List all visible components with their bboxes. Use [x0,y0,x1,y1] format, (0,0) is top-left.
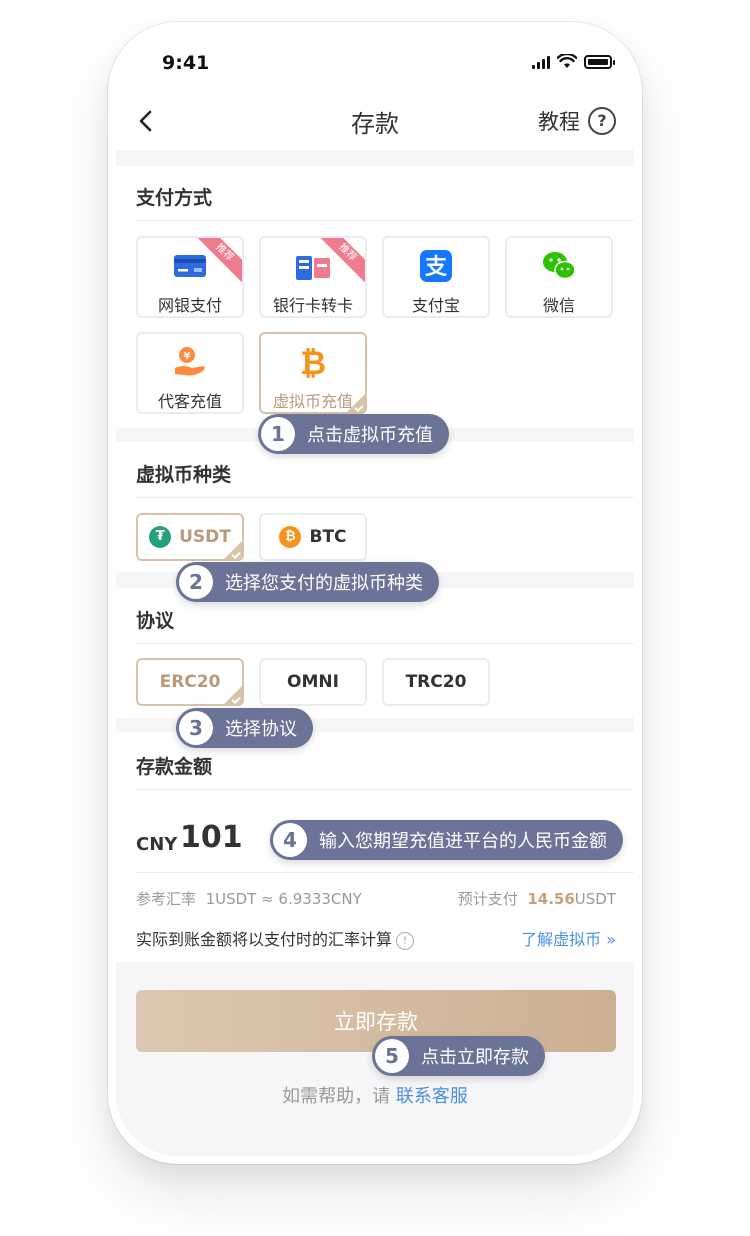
divider [136,872,634,873]
status-time: 9:41 [162,52,210,74]
callout-text: 点击立即存款 [421,1047,529,1068]
card-transfer-icon [296,256,330,280]
selected-check-icon [224,541,242,559]
note-row: 实际到账金额将以支付时的汇率计算! 了解虚拟币 » [136,926,616,950]
protocol-option-omni[interactable]: OMNI [259,658,367,706]
callout-step-1: 1 点击虚拟币充值 [258,414,449,454]
contact-support-link[interactable]: 联系客服 [396,1086,468,1107]
coin-option-usdt[interactable]: ₮ USDT [136,513,244,561]
callout-text: 选择您支付的虚拟币种类 [225,573,423,594]
estimate-value: 14.56 [527,890,575,908]
payment-method-label: 网银支付 [157,296,222,315]
estimate-unit: USDT [574,890,616,908]
tutorial-label: 教程 [538,110,580,134]
payment-method-wechat[interactable]: 微信 [505,236,613,318]
rate-note-text: 实际到账金额将以支付时的汇率计算 [136,930,393,949]
protocol-label: OMNI [287,672,339,692]
signal-icon [532,55,550,69]
callout-step-2: 2 选择您支付的虚拟币种类 [176,562,439,602]
callout-number: 5 [375,1039,409,1073]
battery-icon [584,54,615,69]
callout-step-5: 5 点击立即存款 [372,1036,545,1076]
divider [136,220,634,221]
coin-section-title: 虚拟币种类 [136,464,232,486]
protocol-label: ERC20 [159,672,221,692]
payment-method-alipay[interactable]: 支 支付宝 [382,236,490,318]
payment-method-label: 支付宝 [411,296,460,315]
rate-note: 实际到账金额将以支付时的汇率计算! [136,926,415,950]
payment-method-crypto[interactable]: ₿ 虚拟币充值 [259,332,367,414]
callout-step-3: 3 选择协议 [176,708,313,748]
protocol-option-erc20[interactable]: ERC20 [136,658,244,706]
protocol-label: TRC20 [405,672,467,692]
bank-card-icon [174,255,206,277]
protocol-option-trc20[interactable]: TRC20 [382,658,490,706]
amount-currency: CNY [136,834,178,855]
exchange-rate: 参考汇率 1USDT ≈ 6.9333CNY [136,888,362,909]
payment-method-online-banking[interactable]: 推荐 网银支付 [136,236,244,318]
callout-number: 4 [273,823,307,857]
callout-number: 3 [179,711,213,745]
callout-text: 选择协议 [225,719,297,740]
learn-crypto-link[interactable]: 了解虚拟币 » [521,926,616,950]
bitcoin-coin-icon: ₿ [279,526,302,548]
alipay-icon: 支 [420,250,452,282]
payment-method-label: 代客充值 [157,392,222,411]
callout-number: 2 [179,565,213,599]
amount-section-title: 存款金额 [136,756,213,778]
divider [136,643,634,644]
callout-text: 点击虚拟币充值 [307,425,433,446]
coin-option-btc[interactable]: ₿ BTC [259,513,367,561]
payment-method-label: 银行卡转卡 [272,296,353,315]
coin-label: BTC [309,527,347,547]
payment-method-label: 微信 [542,296,575,315]
selected-check-icon [224,686,242,704]
status-icons [532,54,615,69]
callout-step-4: 4 输入您期望充值进平台的人民币金额 [270,820,623,860]
rate-value: 1USDT ≈ 6.9333CNY [205,890,362,908]
estimated-payment: 预计支付 14.56USDT [458,888,616,909]
info-icon[interactable]: ! [396,931,415,950]
wechat-icon [543,252,576,280]
payment-section-title: 支付方式 [136,187,213,209]
callout-number: 1 [261,417,295,451]
help-icon: ? [588,107,616,135]
svg-text:¥: ¥ [184,351,191,362]
estimate-label: 预计支付 [457,890,518,908]
selected-check-icon [347,394,365,412]
svg-text:₿: ₿ [300,344,326,380]
rate-row: 参考汇率 1USDT ≈ 6.9333CNY 预计支付 14.56USDT [136,888,616,909]
svg-text:支: 支 [425,255,448,280]
help-prefix: 如需帮助，请 [282,1086,391,1107]
tether-icon: ₮ [149,526,172,548]
bitcoin-icon: ₿ [300,344,326,380]
payment-method-card-transfer[interactable]: 推荐 银行卡转卡 [259,236,367,318]
rate-label: 参考汇率 [136,890,197,908]
callout-text: 输入您期望充值进平台的人民币金额 [319,831,607,852]
divider [136,497,634,498]
agent-recharge-icon: ¥ [175,347,205,376]
amount-input[interactable]: 101 [180,820,243,855]
wifi-icon [557,54,577,68]
payment-method-agent-recharge[interactable]: ¥ 代客充值 [136,332,244,414]
protocol-section-title: 协议 [136,610,175,632]
divider [136,789,634,790]
tutorial-link[interactable]: 教程 ? [538,106,616,136]
help-row: 如需帮助，请 联系客服 [116,1082,634,1108]
